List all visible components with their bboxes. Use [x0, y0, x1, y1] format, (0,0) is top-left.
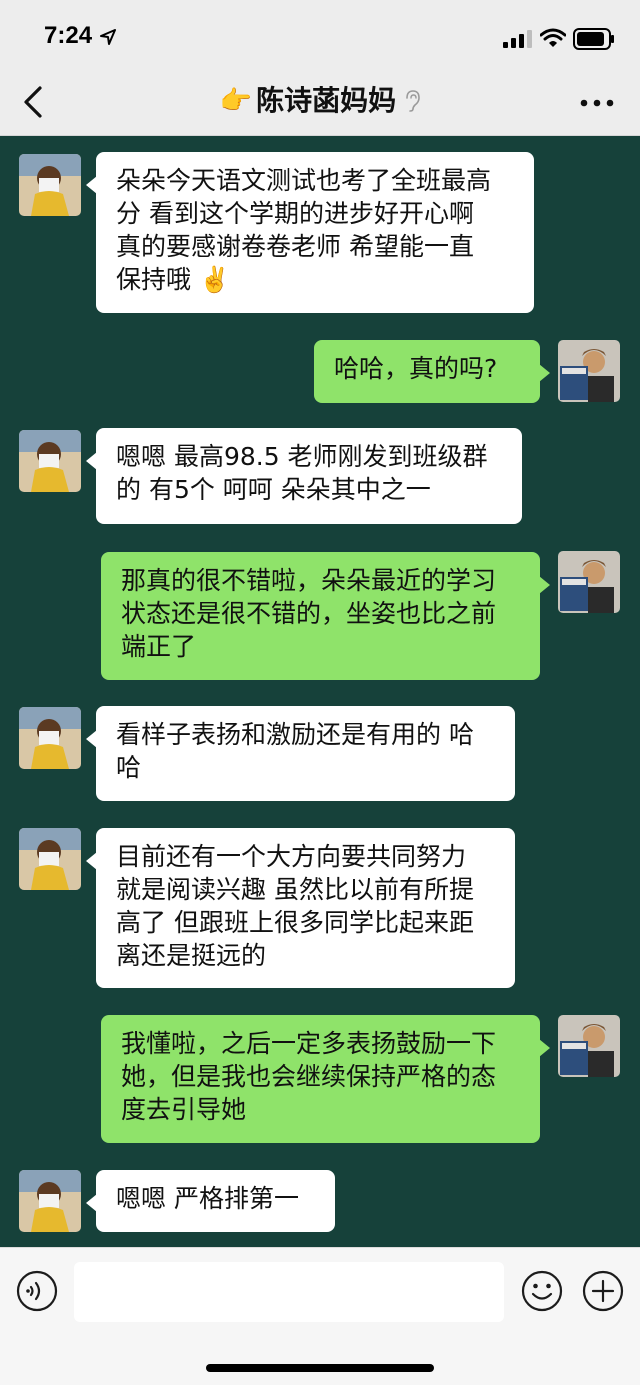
- contact-avatar[interactable]: [19, 828, 81, 890]
- magazine-boy-avatar-icon: [558, 1015, 620, 1077]
- more-dots-icon: [580, 99, 614, 107]
- ear-mute-icon: [406, 90, 420, 112]
- emoji-button[interactable]: [521, 1270, 563, 1312]
- contact-name: 陈诗菡妈妈: [256, 84, 397, 117]
- status-time: 7:24: [44, 22, 93, 49]
- plus-button[interactable]: [582, 1270, 624, 1312]
- outgoing-message-bubble[interactable]: 我懂啦，之后一定多表扬鼓励一下 她，但是我也会继续保持严格的态 度去引导她: [101, 1015, 550, 1143]
- voice-button[interactable]: [16, 1270, 58, 1312]
- magazine-boy-avatar-icon: [558, 551, 620, 613]
- more-button[interactable]: [580, 96, 614, 110]
- voice-icon: [16, 1270, 58, 1312]
- self-avatar[interactable]: [558, 551, 620, 613]
- contact-avatar[interactable]: [19, 430, 81, 492]
- chat-title: 👉 陈诗菡妈妈: [0, 84, 640, 124]
- self-avatar[interactable]: [558, 1015, 620, 1077]
- incoming-message-bubble[interactable]: 目前还有一个大方向要共同努力 就是阅读兴趣 虽然比以前有所提 高了 但跟班上很多…: [86, 828, 515, 988]
- child-photo-avatar-icon: [19, 707, 81, 769]
- home-indicator[interactable]: [206, 1364, 434, 1372]
- self-avatar[interactable]: [558, 340, 620, 402]
- contact-avatar[interactable]: [19, 1170, 81, 1232]
- outgoing-message-bubble[interactable]: 那真的很不错啦，朵朵最近的学习 状态还是很不错的，坐姿也比之前 端正了: [101, 552, 550, 680]
- incoming-message-bubble[interactable]: 嗯嗯 严格排第一: [86, 1170, 335, 1232]
- chat-area[interactable]: 朵朵今天语文测试也考了全班最高 分 看到这个学期的进步好开心啊 真的要感谢卷卷老…: [0, 136, 640, 1247]
- plus-icon: [582, 1270, 624, 1312]
- outgoing-message-bubble[interactable]: 哈哈，真的吗?: [314, 340, 550, 403]
- location-arrow-icon: [100, 29, 116, 45]
- child-photo-avatar-icon: [19, 154, 81, 216]
- input-bar: [0, 1247, 640, 1385]
- magazine-boy-avatar-icon: [558, 340, 620, 402]
- wifi-icon: [540, 28, 566, 47]
- message-input[interactable]: [74, 1262, 504, 1322]
- top-bar: 7:24 👉 陈诗菡妈妈: [0, 0, 640, 136]
- battery-icon: [573, 28, 614, 50]
- incoming-message-bubble[interactable]: 嗯嗯 最高98.5 老师刚发到班级群 的 有5个 呵呵 朵朵其中之一: [86, 428, 522, 524]
- cellular-signal-icon: [503, 30, 532, 48]
- contact-avatar[interactable]: [19, 707, 81, 769]
- incoming-message-bubble[interactable]: 看样子表扬和激励还是有用的 哈 哈: [86, 706, 515, 801]
- pointing-hand-emoji: 👉: [219, 86, 253, 116]
- incoming-message-bubble[interactable]: 朵朵今天语文测试也考了全班最高 分 看到这个学期的进步好开心啊 真的要感谢卷卷老…: [86, 152, 534, 313]
- child-photo-avatar-icon: [19, 430, 81, 492]
- emoji-icon: [521, 1270, 563, 1312]
- child-photo-avatar-icon: [19, 828, 81, 890]
- contact-avatar[interactable]: [19, 154, 81, 216]
- child-photo-avatar-icon: [19, 1170, 81, 1232]
